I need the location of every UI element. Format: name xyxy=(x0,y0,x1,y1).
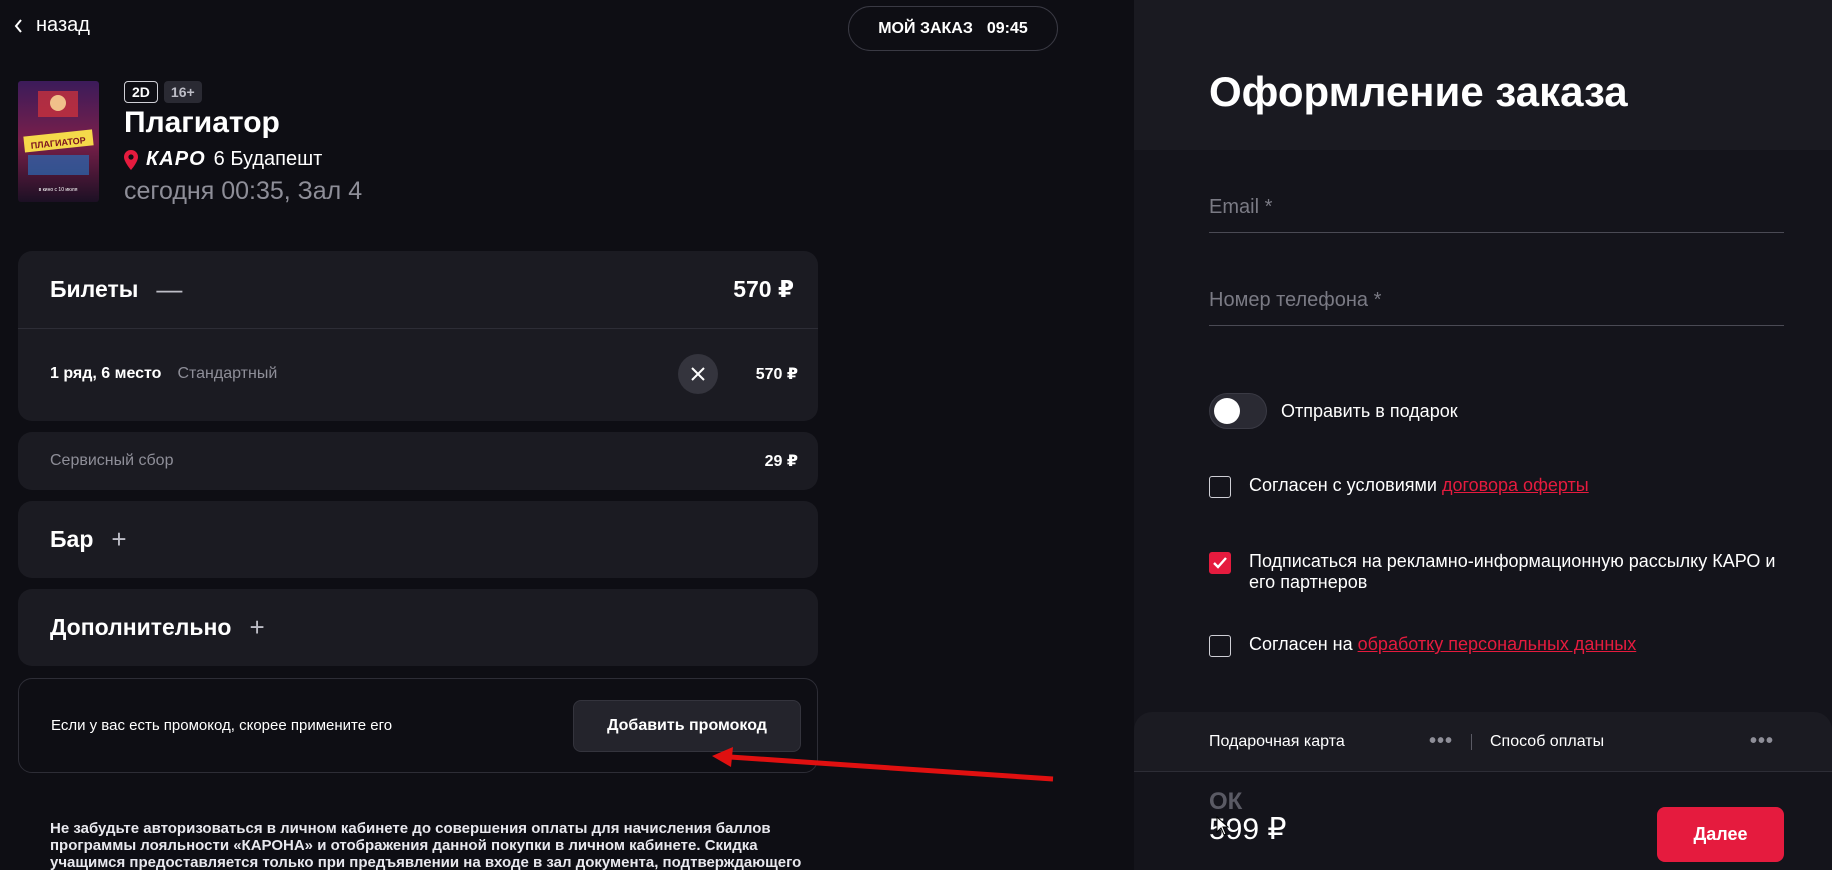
promo-block: Если у вас есть промокод, скорее примени… xyxy=(18,678,818,773)
offer-contract-link[interactable]: договора оферты xyxy=(1442,475,1589,495)
service-fee-label: Сервисный сбор xyxy=(50,452,174,469)
divider xyxy=(1471,733,1472,750)
gift-toggle-row: Отправить в подарок xyxy=(1209,393,1458,429)
tickets-total: 570 ₽ xyxy=(733,276,794,302)
order-summary-panel: назад МОЙ ЗАКАЗ 09:45 ПЛАГИАТОР в кино с… xyxy=(0,0,1134,870)
email-field[interactable] xyxy=(1209,183,1784,233)
age-badge: 16+ xyxy=(163,81,202,103)
movie-badges: 2D 16+ xyxy=(124,81,202,103)
payment-method-label: Способ оплаты xyxy=(1490,732,1605,750)
loyalty-notice: Не забудьте авторизоваться в личном каби… xyxy=(50,820,802,870)
order-timer[interactable]: МОЙ ЗАКАЗ 09:45 xyxy=(848,6,1058,51)
ticket-price: 570 ₽ xyxy=(755,366,798,383)
checkout-footer: ОК 599 ₽ Далее xyxy=(1134,772,1832,870)
tickets-title: Билеты xyxy=(50,276,139,302)
agree-data-checkbox[interactable] xyxy=(1209,635,1231,657)
gift-label: Отправить в подарок xyxy=(1281,400,1458,421)
back-label: назад xyxy=(36,14,90,36)
agree-offer-checkbox[interactable] xyxy=(1209,476,1231,498)
movie-poster: ПЛАГИАТОР в кино с 10 июля xyxy=(18,81,99,202)
format-badge: 2D xyxy=(124,81,158,103)
movie-title: Плагиатор xyxy=(124,106,280,139)
promo-text: Если у вас есть промокод, скорее примени… xyxy=(51,717,393,734)
cinema-info: КАРО 6 Будапешт xyxy=(124,148,322,171)
next-button[interactable]: Далее xyxy=(1657,807,1784,862)
subscribe-checkbox[interactable] xyxy=(1209,552,1231,574)
checkmark-icon xyxy=(1213,557,1227,569)
timer-label: МОЙ ЗАКАЗ xyxy=(878,19,973,37)
personal-data-link[interactable]: обработку персональных данных xyxy=(1358,634,1637,654)
chevron-left-icon xyxy=(14,18,22,33)
ticket-type: Стандартный xyxy=(177,365,278,382)
payment-bar: Подарочная карта ••• Способ оплаты ••• xyxy=(1134,712,1832,772)
agree-offer-label: Согласен с условиями xyxy=(1249,475,1442,495)
ticket-place: 1 ряд, 6 место xyxy=(50,365,162,382)
remove-ticket-button[interactable] xyxy=(678,354,718,394)
email-input[interactable] xyxy=(1209,196,1784,219)
ticket-row: 1 ряд, 6 место Стандартный 570 ₽ xyxy=(18,329,818,419)
bar-title: Бар xyxy=(50,526,94,552)
gift-card-selector[interactable]: Подарочная карта ••• xyxy=(1209,730,1453,753)
expand-icon[interactable]: + xyxy=(249,612,264,643)
service-fee-row: Сервисный сбор 29 ₽ xyxy=(18,432,818,490)
checkout-panel: Оформление заказа Отправить в подарок Со… xyxy=(1134,0,1832,870)
timer-time: 09:45 xyxy=(986,19,1028,37)
service-fee-price: 29 ₽ xyxy=(764,453,798,470)
cinema-brand-logo: КАРО xyxy=(146,148,206,170)
gift-toggle[interactable] xyxy=(1209,393,1267,429)
checkout-title: Оформление заказа xyxy=(1209,68,1628,115)
payment-method-selector[interactable]: Способ оплаты ••• xyxy=(1490,730,1774,753)
tickets-section: Билеты — 570 ₽ 1 ряд, 6 место Стандартны… xyxy=(18,251,818,421)
add-promo-button[interactable]: Добавить промокод xyxy=(573,699,801,752)
collapse-icon[interactable]: — xyxy=(156,274,182,305)
cinema-name: 6 Будапешт xyxy=(213,148,323,170)
phone-field[interactable] xyxy=(1209,276,1784,326)
poster-caption: в кино с 10 июля xyxy=(39,187,78,193)
agree-offer-row: Согласен с условиями договора оферты xyxy=(1209,475,1779,498)
agree-data-label: Согласен на xyxy=(1249,634,1358,654)
phone-input[interactable] xyxy=(1209,289,1784,312)
mouse-cursor-icon xyxy=(1216,816,1230,836)
more-dots-icon: ••• xyxy=(1749,730,1774,752)
expand-icon[interactable]: + xyxy=(111,524,126,555)
toggle-knob xyxy=(1214,398,1240,424)
back-link[interactable]: назад xyxy=(14,14,90,37)
tickets-header[interactable]: Билеты — 570 ₽ xyxy=(18,251,818,329)
bar-section[interactable]: Бар + xyxy=(18,501,818,578)
agree-data-row: Согласен на обработку персональных данны… xyxy=(1209,634,1779,657)
more-dots-icon: ••• xyxy=(1428,730,1453,752)
extra-title: Дополнительно xyxy=(50,614,232,640)
session-time: сегодня 00:35, Зал 4 xyxy=(124,177,363,205)
close-icon xyxy=(691,367,705,381)
subscribe-row: Подписаться на рекламно-информационную р… xyxy=(1209,551,1779,593)
gift-card-label: Подарочная карта xyxy=(1209,732,1345,750)
location-pin-icon xyxy=(124,149,138,170)
extra-section[interactable]: Дополнительно + xyxy=(18,589,818,666)
subscribe-label: Подписаться на рекламно-информационную р… xyxy=(1249,551,1776,592)
